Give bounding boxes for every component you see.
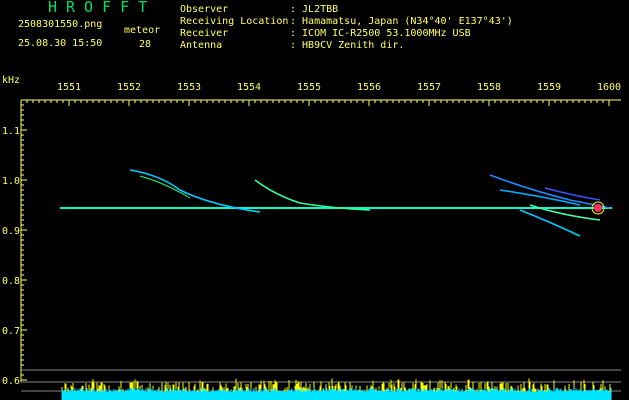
file-name: 2508301550.png xyxy=(18,19,103,30)
y-tick-label: 0.8 xyxy=(2,276,20,287)
meteor-trace xyxy=(129,169,261,213)
y-tick-label: 1.1 xyxy=(2,126,20,137)
meteor-count: 28 xyxy=(139,39,152,50)
meteor-traces xyxy=(129,169,611,237)
x-tick-label: 1600 xyxy=(597,82,621,93)
x-tick-label: 1559 xyxy=(537,82,561,93)
x-tick-label: 1554 xyxy=(237,82,261,93)
strong-echo xyxy=(594,204,602,212)
info-value-location: : Hamamatsu, Japan (N34°40' E137°43') xyxy=(290,16,513,27)
unit-label: kHz xyxy=(2,75,20,86)
date-time: 25.08.30 15:50 xyxy=(18,38,103,49)
y-tick-label: 0.6 xyxy=(2,376,20,387)
info-key-receiver: Receiver xyxy=(180,28,229,39)
x-tick-label: 1557 xyxy=(417,82,441,93)
y-tick-label: 0.7 xyxy=(2,326,20,337)
y-tick-label: 0.9 xyxy=(2,226,20,237)
info-key-antenna: Antenna xyxy=(180,40,223,51)
x-tick-label: 1555 xyxy=(297,82,321,93)
meteor-trace xyxy=(544,187,601,201)
info-value-receiver: : ICOM IC-R2500 53.1000MHz USB xyxy=(290,28,471,39)
meteor-trace xyxy=(139,175,191,199)
y-tick-label: 1.0 xyxy=(2,176,20,187)
spectrogram-plot: 1551 1552 1553 1554 1555 1556 1557 1558 1559 1600… xyxy=(2,75,621,400)
x-tick-marks xyxy=(26,100,610,106)
x-tick-label: 1558 xyxy=(477,82,501,93)
meteor-trace xyxy=(519,209,581,237)
x-tick-labels: 1551 1552 1553 1554 1555 1556 1557 1558 1559 1600 xyxy=(57,82,621,93)
info-key-observer: Observer xyxy=(180,4,229,15)
app-title: HROFFT xyxy=(48,0,157,16)
info-value-observer: : JL2TBB xyxy=(290,4,339,15)
x-tick-label: 1551 xyxy=(57,82,81,93)
y-tick-marks xyxy=(21,104,27,381)
info-value-antenna: : HB9CV Zenith dir. xyxy=(290,40,405,51)
meteor-trace xyxy=(254,179,371,211)
meteor-label: meteor xyxy=(124,25,161,36)
x-tick-label: 1553 xyxy=(177,82,201,93)
y-tick-labels: 1.1 1.0 0.9 0.8 0.7 0.6 xyxy=(2,126,20,387)
info-key-location: Receiving Location xyxy=(180,16,289,27)
x-tick-label: 1556 xyxy=(357,82,381,93)
x-tick-label: 1552 xyxy=(117,82,141,93)
